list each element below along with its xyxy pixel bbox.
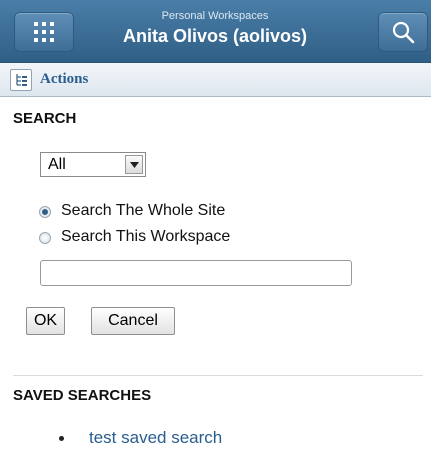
search-input[interactable]	[40, 260, 352, 286]
apps-menu-button[interactable]	[14, 12, 74, 52]
tree-icon[interactable]	[10, 69, 32, 91]
bullet-icon	[59, 436, 64, 441]
radio-label-workspace: Search This Workspace	[61, 228, 231, 245]
actions-bar: Actions	[0, 63, 431, 97]
dropdown-arrow-icon[interactable]	[125, 155, 143, 174]
scope-select-value: All	[48, 156, 66, 173]
radio-search-whole-site[interactable]: Search The Whole Site	[39, 202, 339, 224]
ok-button[interactable]: OK	[26, 307, 65, 335]
search-button[interactable]	[378, 12, 428, 52]
apps-grid-icon	[34, 22, 54, 42]
search-icon	[392, 21, 415, 44]
radio-button-unchecked[interactable]	[39, 232, 51, 244]
header-subtitle: Personal Workspaces	[161, 10, 269, 22]
radio-label-whole-site: Search The Whole Site	[61, 202, 226, 219]
app-header: Personal Workspaces Anita Olivos (aolivo…	[0, 0, 431, 63]
page-title: Anita Olivos (aolivos)	[122, 26, 308, 46]
divider	[13, 375, 423, 376]
actions-link[interactable]: Actions	[40, 71, 88, 88]
saved-search-link[interactable]: test saved search	[89, 428, 222, 448]
search-heading: SEARCH	[13, 110, 77, 127]
cancel-button[interactable]: Cancel	[91, 307, 175, 335]
search-panel: SEARCH All Search The Whole Site Search …	[13, 110, 423, 460]
radio-search-workspace[interactable]: Search This Workspace	[39, 228, 339, 250]
radio-button-checked[interactable]	[39, 206, 51, 218]
scope-select[interactable]: All	[40, 152, 146, 177]
saved-searches-heading: SAVED SEARCHES	[13, 387, 152, 404]
mobile-search-screen: Personal Workspaces Anita Olivos (aolivo…	[0, 0, 431, 460]
